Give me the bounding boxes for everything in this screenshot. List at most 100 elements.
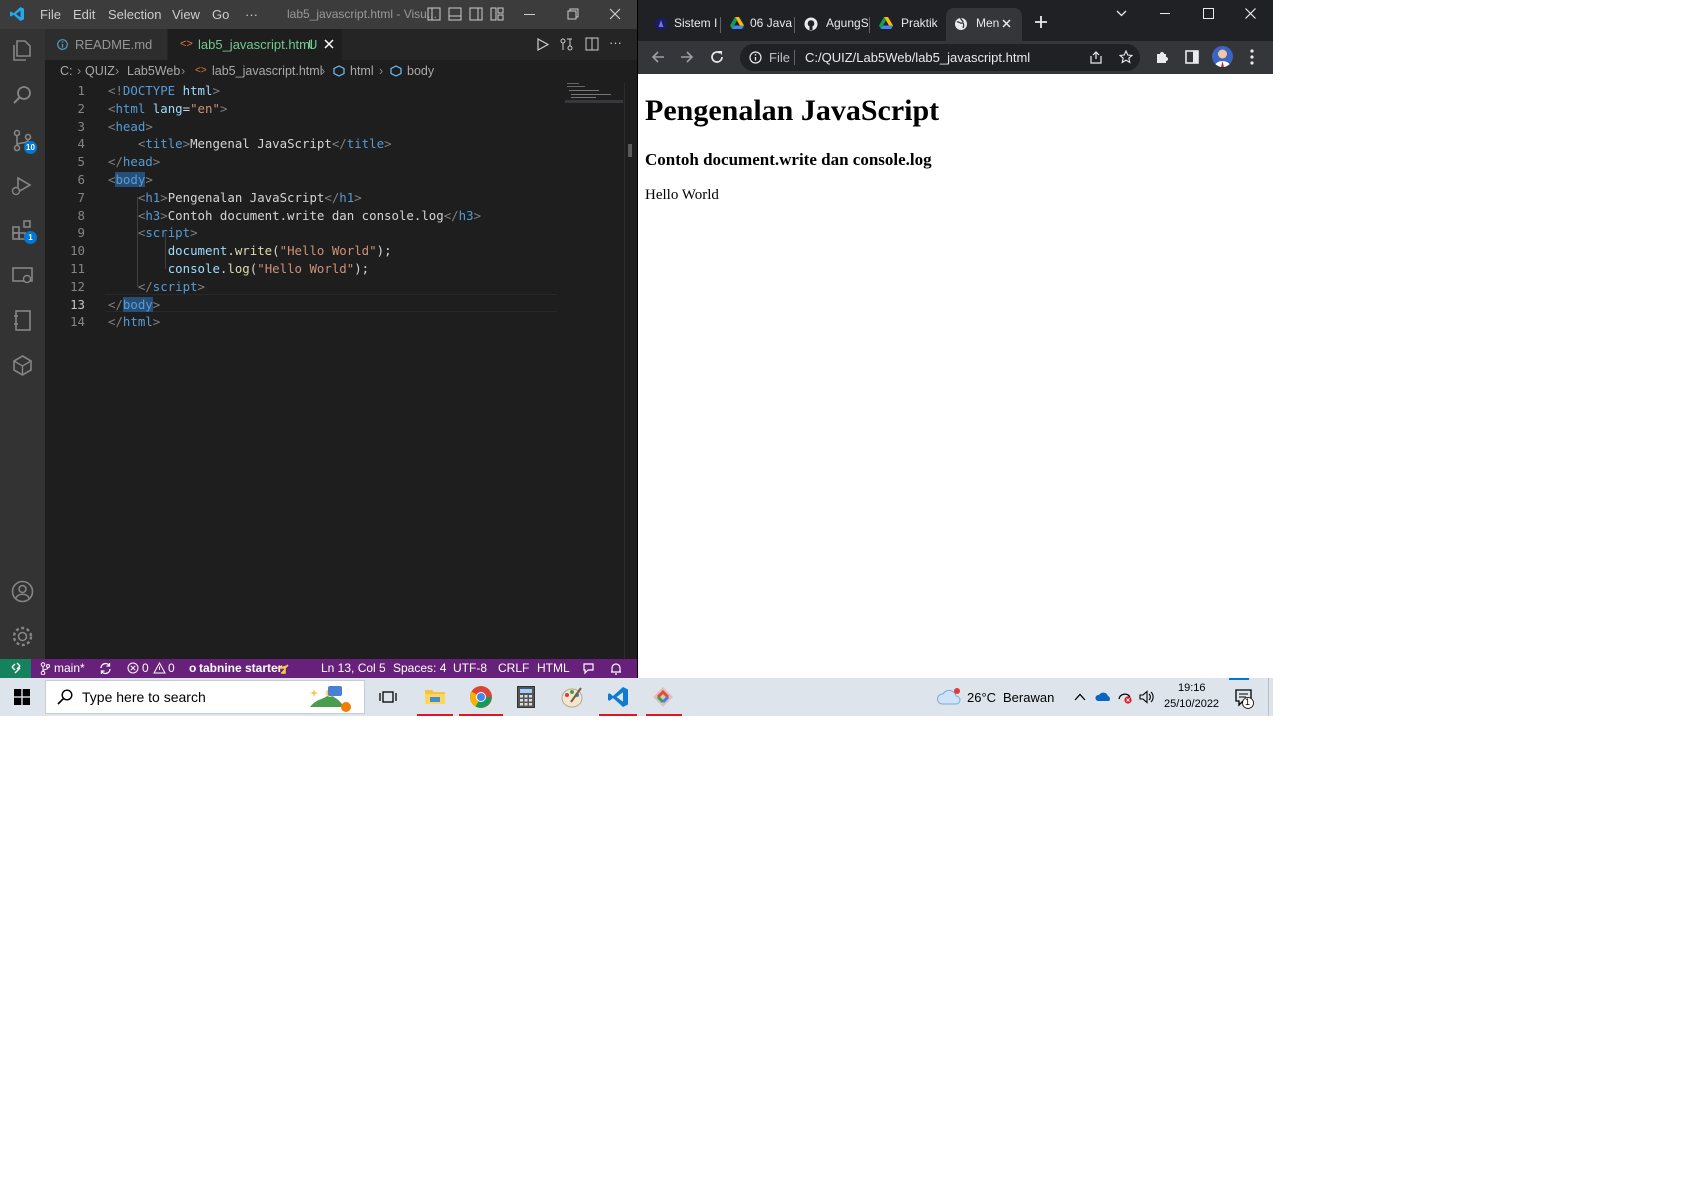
menu-selection[interactable]: Selection: [108, 7, 161, 22]
weather-cloud-icon[interactable]: [936, 687, 962, 707]
menu-file[interactable]: File: [40, 7, 61, 22]
breadcrumb-body[interactable]: body: [407, 60, 434, 82]
tab-close-icon[interactable]: [1002, 19, 1011, 28]
code-token: "Hello World": [257, 261, 355, 276]
end-of-line[interactable]: CRLF: [498, 659, 529, 678]
chrome-tab-java[interactable]: 06 Java: [722, 8, 792, 41]
editor-tabs: README.md <> lab5_javascript.html U ···: [45, 29, 637, 60]
tabnine-status[interactable]: tabnine starter: [199, 659, 282, 678]
line-number: 5: [77, 154, 85, 170]
error-count[interactable]: 0: [142, 659, 149, 678]
cursor-position[interactable]: Ln 13, Col 5: [321, 659, 386, 678]
run-debug-icon[interactable]: [10, 173, 35, 198]
tab-lab5-javascript[interactable]: <> lab5_javascript.html U: [168, 29, 342, 60]
paint-icon[interactable]: [561, 686, 583, 708]
profile-avatar[interactable]: [1212, 46, 1233, 67]
app-running-indicator: [459, 714, 503, 716]
windows-start-icon[interactable]: [14, 689, 30, 705]
calculator-icon[interactable]: [517, 686, 535, 708]
run-icon[interactable]: [537, 38, 549, 51]
tray-chevron-up-icon[interactable]: [1074, 693, 1086, 701]
volume-icon[interactable]: [1139, 690, 1155, 704]
menu-edit[interactable]: Edit: [73, 7, 95, 22]
tab-close-icon[interactable]: [324, 39, 334, 49]
file-explorer-icon[interactable]: [424, 686, 446, 706]
tab-search-chevron-icon[interactable]: [1116, 10, 1127, 17]
cube-extension-icon[interactable]: [10, 353, 35, 378]
menu-more[interactable]: ···: [245, 7, 258, 22]
breadcrumb-file[interactable]: lab5_javascript.html: [212, 60, 322, 82]
vscode-taskbar-icon[interactable]: [607, 686, 629, 708]
git-icon[interactable]: [652, 686, 674, 708]
accounts-icon[interactable]: [10, 579, 35, 604]
warning-count[interactable]: 0: [168, 659, 175, 678]
minimize-icon[interactable]: [524, 14, 535, 15]
maximize-icon[interactable]: [1203, 8, 1214, 19]
scrollbar-thumb[interactable]: [628, 144, 632, 157]
menu-go[interactable]: Go: [212, 7, 229, 22]
side-panel-icon[interactable]: [1185, 50, 1199, 64]
minimap[interactable]: [563, 82, 623, 106]
reload-icon[interactable]: [710, 50, 724, 64]
code-editor[interactable]: 1 <!DOCTYPE html> 2 <html lang="en"> 3 <head>…: [45, 82, 625, 659]
menu-view[interactable]: View: [172, 7, 200, 22]
url-text[interactable]: C:/QUIZ/Lab5Web/lab5_javascript.html: [805, 44, 1030, 71]
show-desktop-button[interactable]: [1268, 678, 1274, 716]
tab-separator: [794, 17, 795, 33]
feedback-icon[interactable]: [582, 662, 595, 675]
code-token: "en": [190, 100, 220, 116]
remote-explorer-icon[interactable]: [10, 263, 35, 288]
bookmark-star-icon[interactable]: [1119, 50, 1133, 64]
weather-temperature[interactable]: 26°C: [967, 690, 996, 705]
git-branch[interactable]: main*: [54, 659, 85, 678]
network-offline-icon[interactable]: [1117, 690, 1133, 704]
breadcrumb-quiz[interactable]: QUIZ: [85, 60, 115, 82]
task-view-icon[interactable]: [379, 688, 397, 706]
minimize-icon[interactable]: [1160, 13, 1170, 14]
toggle-secondary-sidebar-icon[interactable]: [469, 7, 483, 21]
restore-icon[interactable]: [567, 8, 579, 20]
close-icon[interactable]: [1245, 8, 1256, 19]
tab-readme[interactable]: README.md: [45, 29, 168, 60]
chrome-menu-icon[interactable]: [1250, 49, 1254, 65]
indentation[interactable]: Spaces: 4: [393, 659, 446, 678]
encoding[interactable]: UTF-8: [453, 659, 487, 678]
editor-more-actions-icon[interactable]: ···: [609, 35, 622, 50]
breadcrumb-drive[interactable]: C:: [60, 60, 73, 82]
notifications-bell-icon[interactable]: [610, 662, 622, 675]
remote-indicator[interactable]: [0, 659, 31, 678]
split-editor-icon[interactable]: [585, 37, 599, 51]
clock-time[interactable]: 19:16: [1178, 682, 1206, 694]
search-icon[interactable]: [10, 83, 35, 108]
close-icon[interactable]: [609, 8, 621, 20]
chrome-tab-praktik[interactable]: Praktik: [871, 8, 943, 41]
toggle-panel-icon[interactable]: [448, 7, 462, 21]
scrollbar-track[interactable]: [624, 82, 625, 659]
chrome-tab-github[interactable]: AgungS: [796, 8, 868, 41]
explorer-icon[interactable]: [10, 38, 35, 63]
language-mode[interactable]: HTML: [537, 659, 570, 678]
chrome-tab-active[interactable]: Men: [946, 8, 1022, 41]
chrome-tab-sistem[interactable]: Sistem I: [644, 8, 720, 41]
toggle-primary-sidebar-icon[interactable]: [427, 7, 441, 21]
chrome-tab-strip: Sistem I 06 Java AgungS Praktik Men: [638, 0, 1273, 41]
breadcrumb-lab5web[interactable]: Lab5Web: [127, 60, 180, 82]
chrome-icon[interactable]: [469, 685, 493, 709]
new-tab-icon[interactable]: [1035, 16, 1047, 28]
breadcrumb-html[interactable]: html: [350, 60, 374, 82]
open-changes-icon[interactable]: [559, 37, 574, 52]
weather-description[interactable]: Berawan: [1003, 690, 1054, 705]
site-info-icon[interactable]: [749, 51, 762, 64]
clock-date[interactable]: 25/10/2022: [1164, 698, 1219, 710]
customize-layout-icon[interactable]: [490, 7, 504, 21]
forward-arrow-icon[interactable]: [680, 50, 694, 64]
extensions-puzzle-icon[interactable]: [1155, 50, 1169, 64]
sync-icon[interactable]: [99, 662, 112, 675]
notebook-icon[interactable]: [10, 308, 35, 333]
taskbar-search-box[interactable]: Type here to search: [45, 680, 365, 714]
share-icon[interactable]: [1089, 51, 1103, 64]
settings-gear-icon[interactable]: [10, 624, 35, 649]
omnibox[interactable]: File C:/QUIZ/Lab5Web/lab5_javascript.htm…: [740, 44, 1140, 71]
back-arrow-icon[interactable]: [651, 50, 665, 64]
onedrive-icon[interactable]: [1095, 691, 1112, 702]
